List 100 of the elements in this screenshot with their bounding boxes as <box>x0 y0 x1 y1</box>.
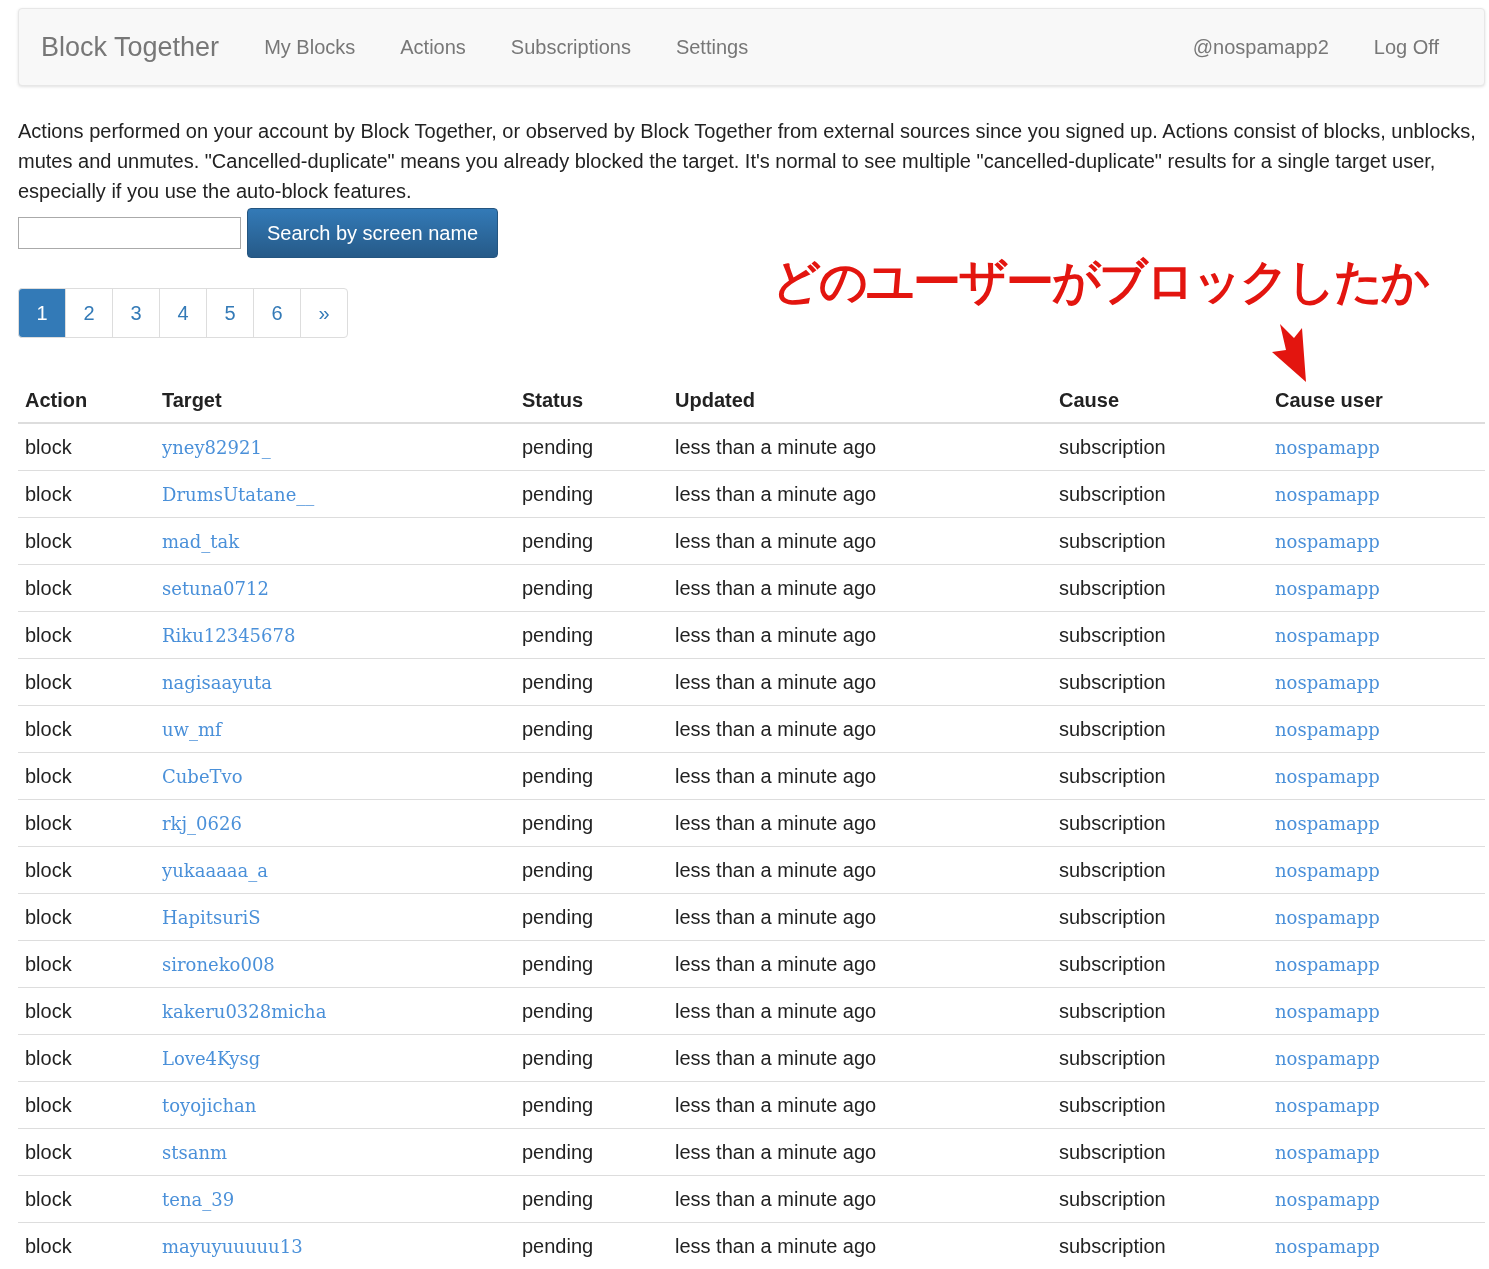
user-link[interactable]: setuna0712 <box>162 577 269 599</box>
nav-link[interactable]: Actions <box>400 35 466 59</box>
user-link[interactable]: tena_39 <box>162 1188 235 1210</box>
table-cell: less than a minute ago <box>668 470 1052 518</box>
intro-text: Actions performed on your account by Block Together, or observed by Block Together from external sources since you signed up. Actions consist of blocks, unblocks, mutes and unmutes. "Cancelled-duplicate" means you already blocked the target. It's normal to see multiple "cancelled-duplicate" results for a single target user, especially if you use the auto-block features. <box>18 119 1477 204</box>
table-cell: subscription <box>1052 799 1268 847</box>
page-link[interactable]: » <box>300 288 348 338</box>
table-cell: less than a minute ago <box>668 1175 1052 1223</box>
table-cell: less than a minute ago <box>668 423 1052 471</box>
table-cell: subscription <box>1052 564 1268 612</box>
table-cell: subscription <box>1052 1081 1268 1129</box>
table-cell: subscription <box>1052 1175 1268 1223</box>
table-cell: pending <box>515 658 668 706</box>
table-cell: block <box>18 1175 155 1223</box>
table-cell: block <box>18 846 155 894</box>
search-field[interactable] <box>18 217 241 249</box>
user-link[interactable]: nospamapp <box>1275 953 1380 975</box>
table-cell: less than a minute ago <box>668 1081 1052 1129</box>
table-cell: less than a minute ago <box>668 940 1052 988</box>
table-cell: less than a minute ago <box>668 705 1052 753</box>
table-cell: pending <box>515 1081 668 1129</box>
user-link[interactable]: nospamapp <box>1275 1094 1380 1116</box>
user-link[interactable]: yukaaaaa_a <box>162 859 269 881</box>
table-cell: subscription <box>1052 423 1268 471</box>
table-cell: block <box>18 470 155 518</box>
user-link[interactable]: mayuyuuuuu13 <box>162 1235 303 1257</box>
user-link[interactable]: HapitsuriS <box>162 906 261 928</box>
user-link[interactable]: nospamapp <box>1275 765 1380 787</box>
page-link[interactable]: 3 <box>112 288 160 338</box>
table-cell: subscription <box>1052 1222 1268 1269</box>
user-link[interactable]: nospamapp <box>1275 1141 1380 1163</box>
user-link[interactable]: kakeru0328micha <box>162 1000 327 1022</box>
user-link[interactable]: rkj_0626 <box>162 812 242 834</box>
table-cell: less than a minute ago <box>668 799 1052 847</box>
user-link[interactable]: nospamapp <box>1275 483 1380 505</box>
nav-link[interactable]: @nospamapp2 <box>1192 35 1329 59</box>
table-cell: block <box>18 1034 155 1082</box>
table-cell: less than a minute ago <box>668 611 1052 659</box>
user-link[interactable]: nospamapp <box>1275 812 1380 834</box>
user-link[interactable]: sironeko008 <box>162 953 275 975</box>
page-link[interactable]: 2 <box>65 288 113 338</box>
user-link[interactable]: nospamapp <box>1275 624 1380 646</box>
table-cell: pending <box>515 705 668 753</box>
page-link[interactable]: 6 <box>253 288 301 338</box>
table-cell: block <box>18 564 155 612</box>
user-link[interactable]: stsanm <box>162 1141 228 1163</box>
table-cell: block <box>18 1081 155 1129</box>
column-header: Updated <box>668 378 1052 423</box>
user-link[interactable]: uw_mf <box>162 718 222 740</box>
table-cell: less than a minute ago <box>668 1034 1052 1082</box>
table-cell: block <box>18 611 155 659</box>
column-header: Action <box>18 378 155 423</box>
table-cell: pending <box>515 1175 668 1223</box>
user-link[interactable]: nospamapp <box>1275 906 1380 928</box>
column-header: Target <box>155 378 515 423</box>
user-link[interactable]: CubeTvo <box>162 765 243 787</box>
table-cell: block <box>18 752 155 800</box>
table-cell: subscription <box>1052 658 1268 706</box>
user-link[interactable]: DrumsUtatane__ <box>162 483 315 505</box>
table-cell: pending <box>515 1128 668 1176</box>
page-link[interactable]: 1 <box>18 288 66 338</box>
user-link[interactable]: nospamapp <box>1275 1047 1380 1069</box>
page-link[interactable]: 4 <box>159 288 207 338</box>
user-link[interactable]: mad_tak <box>162 530 240 552</box>
table-cell: pending <box>515 1222 668 1269</box>
user-link[interactable]: nospamapp <box>1275 671 1380 693</box>
user-link[interactable]: nagisaayuta <box>162 671 273 693</box>
table-cell: subscription <box>1052 846 1268 894</box>
table-cell: block <box>18 517 155 565</box>
nav-link[interactable]: Subscriptions <box>510 35 631 59</box>
user-link[interactable]: nospamapp <box>1275 718 1380 740</box>
user-link[interactable]: nospamapp <box>1275 577 1380 599</box>
brand-link[interactable]: Block Together <box>41 31 220 63</box>
user-link[interactable]: toyojichan <box>162 1094 257 1116</box>
table-cell: less than a minute ago <box>668 987 1052 1035</box>
table-cell: subscription <box>1052 940 1268 988</box>
page-link[interactable]: 5 <box>206 288 254 338</box>
nav-link[interactable]: Settings <box>675 35 749 59</box>
user-link[interactable]: nospamapp <box>1275 1235 1380 1257</box>
nav-link[interactable]: My Blocks <box>264 35 356 59</box>
user-link[interactable]: nospamapp <box>1275 530 1380 552</box>
nav-link[interactable]: Log Off <box>1373 35 1439 59</box>
table-cell: pending <box>515 940 668 988</box>
table-cell: pending <box>515 611 668 659</box>
table-cell: subscription <box>1052 1034 1268 1082</box>
user-link[interactable]: nospamapp <box>1275 859 1380 881</box>
table-cell: subscription <box>1052 1128 1268 1176</box>
user-link[interactable]: Love4Kysg <box>162 1047 261 1069</box>
table-cell: block <box>18 799 155 847</box>
table-cell: less than a minute ago <box>668 893 1052 941</box>
table-cell: pending <box>515 846 668 894</box>
column-header: Cause user <box>1268 378 1485 423</box>
search-button[interactable]: Search by screen name <box>247 208 499 258</box>
user-link[interactable]: yney82921_ <box>162 436 271 458</box>
user-link[interactable]: nospamapp <box>1275 1000 1380 1022</box>
user-link[interactable]: nospamapp <box>1275 1188 1380 1210</box>
user-link[interactable]: nospamapp <box>1275 436 1380 458</box>
table-cell: subscription <box>1052 517 1268 565</box>
table-cell: pending <box>515 517 668 565</box>
user-link[interactable]: Riku12345678 <box>162 624 296 646</box>
